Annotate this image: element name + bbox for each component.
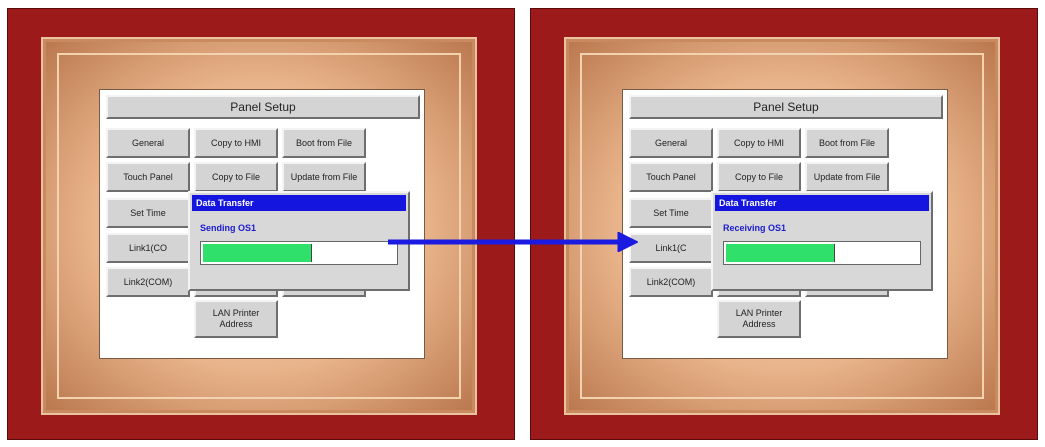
progress-bar [723, 241, 921, 265]
panel-setup-title: Panel Setup [106, 95, 420, 119]
progress-bar [200, 241, 398, 265]
hmi-bezel-left: Panel Setup General Copy to HMI Boot fro… [41, 37, 477, 415]
progress-fill [203, 244, 312, 262]
link2-com-button[interactable]: Link2(COM) [629, 267, 713, 297]
set-time-button[interactable]: Set Time [629, 198, 713, 228]
boot-from-file-button[interactable]: Boot from File [282, 128, 366, 158]
transfer-status: Sending OS1 [200, 223, 257, 233]
arrow-head [617, 232, 638, 252]
set-time-button[interactable]: Set Time [106, 198, 190, 228]
dialog-title-bar: Data Transfer [715, 195, 929, 211]
copy-to-file-button[interactable]: Copy to File [717, 162, 801, 192]
update-from-file-button[interactable]: Update from File [805, 162, 889, 192]
panel-setup-title: Panel Setup [629, 95, 943, 119]
boot-from-file-button[interactable]: Boot from File [805, 128, 889, 158]
data-transfer-dialog: Data Transfer Sending OS1 [188, 191, 410, 291]
hmi-bezel-right: Panel Setup General Copy to HMI Boot fro… [564, 37, 1000, 415]
link2-com-button[interactable]: Link2(COM) [106, 267, 190, 297]
copy-to-file-button[interactable]: Copy to File [194, 162, 278, 192]
hmi-frame-left: Panel Setup General Copy to HMI Boot fro… [7, 8, 515, 440]
dialog-title-bar: Data Transfer [192, 195, 406, 211]
update-from-file-button[interactable]: Update from File [282, 162, 366, 192]
transfer-arrow-icon [388, 232, 638, 252]
link1-button[interactable]: Link1(CO [106, 233, 190, 263]
progress-fill [726, 244, 835, 262]
touch-panel-button[interactable]: Touch Panel [106, 162, 190, 192]
general-button[interactable]: General [629, 128, 713, 158]
data-transfer-dialog: Data Transfer Receiving OS1 [711, 191, 933, 291]
lan-printer-address-button[interactable]: LAN Printer Address [194, 300, 278, 338]
lan-printer-address-button[interactable]: LAN Printer Address [717, 300, 801, 338]
copy-to-hmi-button[interactable]: Copy to HMI [717, 128, 801, 158]
link1-button[interactable]: Link1(C [629, 233, 713, 263]
copy-to-hmi-button[interactable]: Copy to HMI [194, 128, 278, 158]
touch-panel-button[interactable]: Touch Panel [629, 162, 713, 192]
general-button[interactable]: General [106, 128, 190, 158]
transfer-status: Receiving OS1 [723, 223, 787, 233]
hmi-frame-right: Panel Setup General Copy to HMI Boot fro… [530, 8, 1038, 440]
